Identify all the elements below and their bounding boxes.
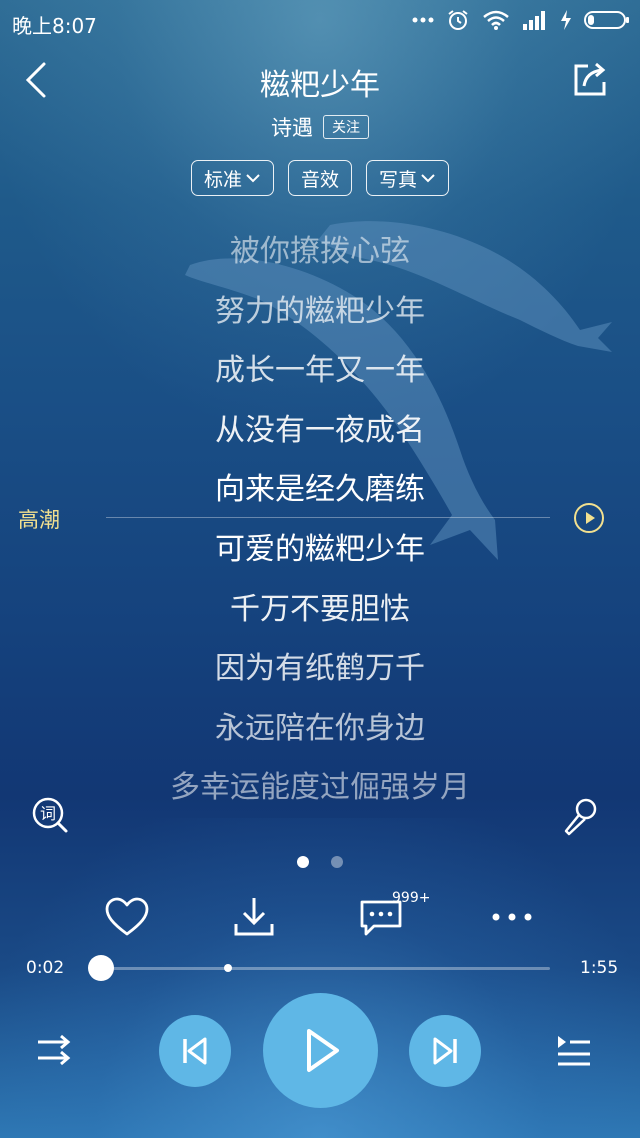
current-time: 0:02 bbox=[26, 958, 65, 978]
charging-icon bbox=[561, 10, 571, 30]
photo-label: 写真 bbox=[379, 168, 418, 191]
artist-row: 诗遇 关注 bbox=[0, 112, 640, 142]
microphone-icon bbox=[564, 798, 597, 836]
lyric-line: 千万不要胆怯 bbox=[230, 591, 410, 627]
heart-icon bbox=[105, 897, 149, 936]
lyric-line: 成长一年又一年 bbox=[215, 353, 425, 389]
song-title: 糍粑少年 bbox=[260, 68, 380, 103]
previous-button[interactable] bbox=[159, 1015, 231, 1087]
skip-previous-icon bbox=[183, 1037, 207, 1065]
lyric-line: 永远陪在你身边 bbox=[215, 710, 425, 746]
playlist-button[interactable] bbox=[554, 1030, 594, 1070]
play-icon bbox=[307, 1029, 339, 1072]
wifi-icon bbox=[483, 10, 509, 30]
chevron-down-icon bbox=[246, 174, 260, 183]
quality-button[interactable]: 标准 bbox=[190, 160, 274, 196]
page-dot-active bbox=[297, 856, 309, 868]
page-dot bbox=[331, 856, 343, 868]
svg-text:词: 词 bbox=[40, 804, 56, 823]
comment-count-badge: 999+ bbox=[392, 890, 431, 906]
more-dots-icon bbox=[412, 17, 434, 23]
share-icon bbox=[574, 62, 606, 96]
climax-label: 高潮 bbox=[18, 508, 60, 532]
lyrics-search-icon: 词 bbox=[32, 797, 68, 833]
quality-label: 标准 bbox=[203, 168, 242, 191]
buffer-marker bbox=[224, 964, 232, 972]
lyric-line: 向来是经久磨练 bbox=[215, 472, 425, 508]
download-button[interactable] bbox=[232, 894, 276, 938]
signal-icon bbox=[523, 11, 545, 30]
photo-button[interactable]: 写真 bbox=[366, 160, 450, 196]
lyric-line: 可爱的糍粑少年 bbox=[215, 531, 425, 567]
chevron-down-icon bbox=[421, 174, 435, 183]
status-icons bbox=[412, 8, 630, 32]
artist-name[interactable]: 诗遇 bbox=[271, 112, 313, 142]
lyric-line: 多幸运能度过倔强岁月 bbox=[170, 770, 470, 806]
more-dots-icon bbox=[492, 913, 532, 921]
more-button[interactable] bbox=[490, 902, 534, 932]
lyrics-tool-button[interactable]: 词 bbox=[30, 795, 70, 835]
sound-effects-label: 音效 bbox=[300, 168, 339, 191]
next-button[interactable] bbox=[409, 1015, 481, 1087]
progress-thumb[interactable] bbox=[88, 955, 114, 981]
climax-divider bbox=[106, 517, 550, 518]
options-row: 标准 音效 写真 bbox=[0, 160, 640, 196]
lyrics-panel[interactable]: 被你撩拨心弦 努力的糍粑少年 成长一年又一年 从没有一夜成名 向来是经久磨练 可… bbox=[0, 222, 640, 818]
lyric-line: 被你撩拨心弦 bbox=[230, 234, 410, 269]
like-button[interactable] bbox=[104, 896, 150, 938]
battery-icon bbox=[584, 11, 629, 29]
page-indicator bbox=[0, 856, 640, 868]
karaoke-button[interactable] bbox=[558, 795, 602, 839]
sound-effects-button[interactable]: 音效 bbox=[287, 160, 352, 196]
play-mode-button[interactable] bbox=[34, 1030, 76, 1070]
lyric-line: 因为有纸鹤万千 bbox=[215, 651, 425, 687]
progress-bar[interactable] bbox=[100, 967, 550, 970]
status-time: 晚上8:07 bbox=[12, 14, 97, 38]
back-arrow-icon bbox=[25, 62, 46, 98]
lyric-line: 从没有一夜成名 bbox=[215, 412, 425, 448]
status-bar: 晚上8:07 bbox=[0, 0, 640, 44]
shuffle-icon bbox=[38, 1034, 71, 1066]
playlist-icon bbox=[558, 1036, 590, 1066]
lyric-line: 努力的糍粑少年 bbox=[215, 293, 425, 329]
follow-button[interactable]: 关注 bbox=[323, 115, 369, 139]
share-button[interactable] bbox=[568, 58, 612, 102]
alarm-icon bbox=[448, 10, 468, 30]
play-circle-icon bbox=[574, 503, 604, 533]
total-time: 1:55 bbox=[580, 958, 619, 978]
play-button[interactable] bbox=[263, 993, 378, 1108]
skip-next-icon bbox=[433, 1037, 457, 1065]
download-icon bbox=[234, 898, 274, 936]
back-button[interactable] bbox=[18, 58, 58, 102]
climax-play-button[interactable] bbox=[573, 502, 605, 534]
